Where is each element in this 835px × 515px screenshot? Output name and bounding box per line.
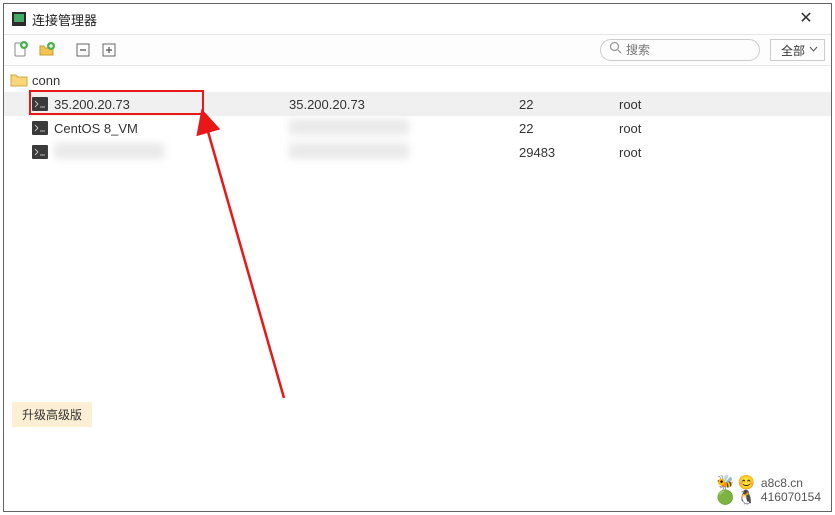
close-button[interactable]: ✕ — [789, 4, 823, 34]
qq-icon: 🐧 — [737, 489, 754, 505]
connection-host — [289, 119, 519, 138]
connection-host: 35.200.20.73 — [289, 97, 519, 112]
titlebar: 连接管理器 ✕ — [4, 4, 831, 34]
connection-tree: conn 35.200.20.73 35.200.20.73 22 root C… — [4, 68, 831, 164]
wechat-icon: 🟢 — [717, 489, 734, 505]
connection-name: CentOS 8_VM — [54, 121, 289, 136]
connection-user: root — [619, 121, 719, 136]
connection-user: root — [619, 97, 719, 112]
filter-label: 全部 — [781, 42, 805, 59]
connection-name: 35.200.20.73 — [54, 97, 289, 112]
new-folder-button[interactable] — [36, 39, 58, 61]
search-icon — [609, 41, 622, 59]
filter-dropdown[interactable]: 全部 — [770, 39, 825, 61]
folder-name: conn — [32, 73, 60, 88]
folder-row[interactable]: conn — [4, 68, 831, 92]
connection-row[interactable]: 35.200.20.73 35.200.20.73 22 root — [4, 92, 831, 116]
collapse-button[interactable] — [72, 39, 94, 61]
terminal-icon — [32, 145, 48, 159]
app-icon — [12, 12, 26, 26]
connection-name — [54, 143, 289, 162]
search-input[interactable] — [626, 43, 746, 57]
connection-user: root — [619, 145, 719, 160]
bee-icon: 🐝 — [717, 474, 734, 490]
emoji-icon: 😊 — [737, 474, 754, 490]
connection-port: 22 — [519, 121, 619, 136]
toolbar: 全部 — [4, 34, 831, 66]
window-title: 连接管理器 — [32, 10, 789, 29]
watermark: 🐝 😊 🟢 🐧 a8c8.cn 416070154 — [717, 475, 821, 505]
connection-row[interactable]: CentOS 8_VM 22 root — [4, 116, 831, 140]
terminal-icon — [32, 97, 48, 111]
connection-port: 22 — [519, 97, 619, 112]
connection-row[interactable]: 29483 root — [4, 140, 831, 164]
expand-button[interactable] — [98, 39, 120, 61]
folder-icon — [10, 72, 28, 88]
search-box[interactable] — [600, 39, 760, 61]
chevron-down-icon — [809, 43, 818, 57]
watermark-qq: 416070154 — [761, 490, 821, 504]
watermark-site: a8c8.cn — [761, 476, 821, 490]
upgrade-label: 升级高级版 — [22, 408, 82, 422]
connection-host — [289, 143, 519, 162]
connection-port: 29483 — [519, 145, 619, 160]
upgrade-button[interactable]: 升级高级版 — [12, 402, 92, 427]
terminal-icon — [32, 121, 48, 135]
new-file-button[interactable] — [10, 39, 32, 61]
